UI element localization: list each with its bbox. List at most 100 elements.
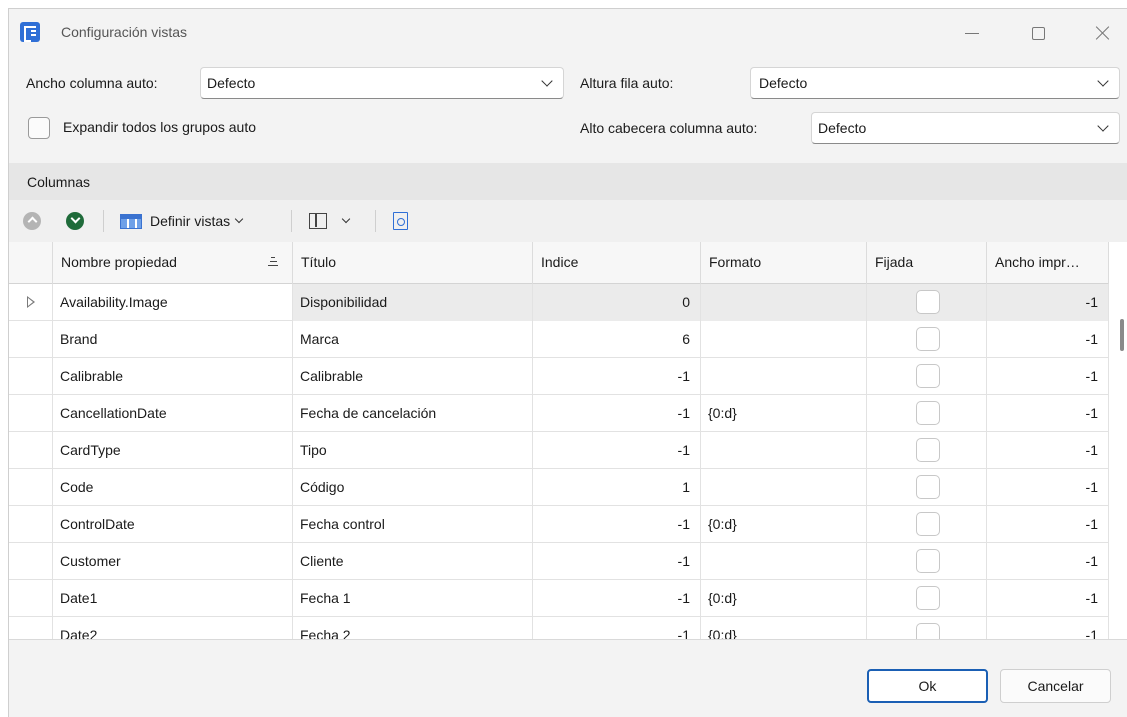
cell-nombre-propiedad[interactable]: Code	[53, 469, 293, 506]
cell-fijada[interactable]	[867, 580, 987, 617]
fijada-checkbox[interactable]	[916, 475, 940, 499]
cell-indice[interactable]: -1	[533, 617, 701, 639]
cell-nombre-propiedad[interactable]: Date2	[53, 617, 293, 639]
cell-nombre-propiedad[interactable]: Customer	[53, 543, 293, 580]
table-row[interactable]: Date1 Fecha 1 -1 {0:d} -1	[9, 580, 1109, 617]
table-row[interactable]: ControlDate Fecha control -1 {0:d} -1	[9, 506, 1109, 543]
row-indicator-cell[interactable]	[9, 284, 53, 321]
fijada-checkbox[interactable]	[916, 512, 940, 536]
cell-fijada[interactable]	[867, 321, 987, 358]
cell-nombre-propiedad[interactable]: Availability.Image	[53, 284, 293, 321]
cell-titulo[interactable]: Código	[293, 469, 533, 506]
cell-formato[interactable]: {0:d}	[701, 580, 867, 617]
cell-ancho-impr[interactable]: -1	[987, 469, 1109, 506]
cell-indice[interactable]: -1	[533, 358, 701, 395]
cell-titulo[interactable]: Marca	[293, 321, 533, 358]
cell-fijada[interactable]	[867, 395, 987, 432]
row-indicator-cell[interactable]	[9, 358, 53, 395]
cell-fijada[interactable]	[867, 506, 987, 543]
fijada-checkbox[interactable]	[916, 438, 940, 462]
table-row[interactable]: CancellationDate Fecha de cancelación -1 {0…	[9, 395, 1109, 432]
table-row[interactable]: Customer Cliente -1 -1	[9, 543, 1109, 580]
move-down-button[interactable]	[66, 208, 84, 234]
header-nombre-propiedad[interactable]: Nombre propiedad	[53, 242, 293, 284]
move-up-button[interactable]	[23, 208, 41, 234]
minimize-button[interactable]	[949, 17, 995, 49]
cell-ancho-impr[interactable]: -1	[987, 543, 1109, 580]
find-button[interactable]	[393, 208, 408, 234]
fijada-checkbox[interactable]	[916, 623, 940, 639]
columns-grid[interactable]: Nombre propiedad Título Indice Formato F…	[9, 242, 1127, 640]
header-titulo[interactable]: Título	[293, 242, 533, 284]
row-indicator-cell[interactable]	[9, 469, 53, 506]
alto-cabecera-select[interactable]: Defecto	[811, 112, 1120, 144]
cell-ancho-impr[interactable]: -1	[987, 506, 1109, 543]
cell-titulo[interactable]: Disponibilidad	[293, 284, 533, 321]
cell-nombre-propiedad[interactable]: Calibrable	[53, 358, 293, 395]
cell-formato[interactable]: {0:d}	[701, 617, 867, 639]
cell-indice[interactable]: -1	[533, 543, 701, 580]
cell-ancho-impr[interactable]: -1	[987, 321, 1109, 358]
table-row[interactable]: Brand Marca 6 -1	[9, 321, 1109, 358]
table-row[interactable]: CardType Tipo -1 -1	[9, 432, 1109, 469]
table-row[interactable]: Calibrable Calibrable -1 -1	[9, 358, 1109, 395]
cell-indice[interactable]: -1	[533, 432, 701, 469]
cell-ancho-impr[interactable]: -1	[987, 432, 1109, 469]
cell-titulo[interactable]: Calibrable	[293, 358, 533, 395]
cell-formato[interactable]: {0:d}	[701, 506, 867, 543]
cell-ancho-impr[interactable]: -1	[987, 395, 1109, 432]
cell-formato[interactable]	[701, 321, 867, 358]
row-indicator-cell[interactable]	[9, 617, 53, 639]
row-indicator-cell[interactable]	[9, 432, 53, 469]
maximize-button[interactable]	[1015, 17, 1061, 49]
cell-fijada[interactable]	[867, 432, 987, 469]
fijada-checkbox[interactable]	[916, 401, 940, 425]
row-indicator-cell[interactable]	[9, 506, 53, 543]
header-indice[interactable]: Indice	[533, 242, 701, 284]
cell-fijada[interactable]	[867, 469, 987, 506]
cell-fijada[interactable]	[867, 284, 987, 321]
cell-nombre-propiedad[interactable]: CardType	[53, 432, 293, 469]
cell-fijada[interactable]	[867, 617, 987, 639]
fijada-checkbox[interactable]	[916, 549, 940, 573]
cell-nombre-propiedad[interactable]: Date1	[53, 580, 293, 617]
cell-formato[interactable]	[701, 284, 867, 321]
cancel-button[interactable]: Cancelar	[1000, 669, 1111, 703]
table-row[interactable]: Date2 Fecha 2 -1 {0:d} -1	[9, 617, 1109, 639]
table-row[interactable]: Code Código 1 -1	[9, 469, 1109, 506]
cell-titulo[interactable]: Cliente	[293, 543, 533, 580]
cell-titulo[interactable]: Fecha 1	[293, 580, 533, 617]
cell-titulo[interactable]: Fecha control	[293, 506, 533, 543]
row-indicator-cell[interactable]	[9, 321, 53, 358]
row-indicator-cell[interactable]	[9, 580, 53, 617]
cell-ancho-impr[interactable]: -1	[987, 580, 1109, 617]
header-ancho-impr[interactable]: Ancho impr…	[987, 242, 1109, 284]
cell-indice[interactable]: -1	[533, 506, 701, 543]
vertical-scrollbar-thumb[interactable]	[1120, 319, 1124, 351]
cell-ancho-impr[interactable]: -1	[987, 617, 1109, 639]
cell-fijada[interactable]	[867, 358, 987, 395]
cell-indice[interactable]: 1	[533, 469, 701, 506]
row-indicator-cell[interactable]	[9, 395, 53, 432]
cell-indice[interactable]: -1	[533, 395, 701, 432]
cell-titulo[interactable]: Fecha de cancelación	[293, 395, 533, 432]
ok-button[interactable]: Ok	[867, 669, 988, 703]
fijada-checkbox[interactable]	[916, 290, 940, 314]
fijada-checkbox[interactable]	[916, 364, 940, 388]
cell-nombre-propiedad[interactable]: Brand	[53, 321, 293, 358]
layout-button[interactable]	[309, 208, 327, 234]
cell-indice[interactable]: -1	[533, 580, 701, 617]
cell-ancho-impr[interactable]: -1	[987, 358, 1109, 395]
cell-titulo[interactable]: Fecha 2	[293, 617, 533, 639]
cell-nombre-propiedad[interactable]: ControlDate	[53, 506, 293, 543]
definir-vistas-button[interactable]: Definir vistas	[120, 208, 244, 234]
ancho-columna-select[interactable]: Defecto	[200, 67, 564, 99]
close-button[interactable]	[1080, 17, 1126, 49]
row-indicator-cell[interactable]	[9, 543, 53, 580]
cell-ancho-impr[interactable]: -1	[987, 284, 1109, 321]
cell-formato[interactable]	[701, 543, 867, 580]
header-fijada[interactable]: Fijada	[867, 242, 987, 284]
cell-titulo[interactable]: Tipo	[293, 432, 533, 469]
altura-fila-select[interactable]: Defecto	[750, 67, 1120, 99]
cell-formato[interactable]	[701, 469, 867, 506]
